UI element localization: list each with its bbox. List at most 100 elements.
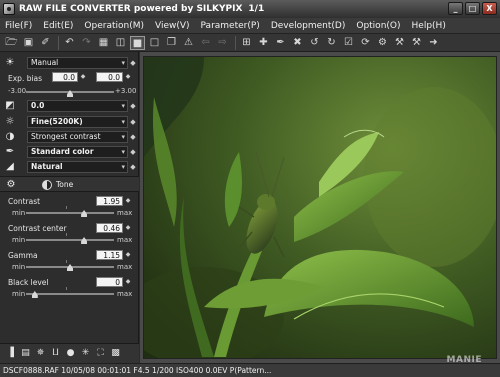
slider-value-input[interactable]: 0 [96,277,123,287]
menu-help[interactable]: Help(H) [407,21,452,31]
exposure-mode-value: Manual [31,58,59,67]
settings-gears-icon[interactable]: ⚙ [4,179,18,191]
slider-spin-icon[interactable]: ◆ [125,196,131,206]
raw-icon[interactable]: ▤ [19,347,32,360]
back-icon[interactable]: ⇦ [198,36,213,50]
gridlines-icon[interactable]: ⊞ [239,36,254,50]
brightness-value: 0.0 [31,101,45,110]
menu-development[interactable]: Development(D) [266,21,352,31]
color-select[interactable]: Standard color ▾ [27,145,128,158]
curve-icon[interactable]: ⨿ [49,347,62,360]
menu-edit[interactable]: Edit(E) [38,21,79,31]
slider-spin-icon[interactable]: ◆ [125,223,131,233]
slider-min-label: min [12,290,26,298]
eyedropper-icon[interactable]: ✒ [273,36,288,50]
page-counter: 1/1 [248,4,265,14]
toolbar: 🗁 ▣ ✐ ↶ ↷ ▦ ◫ ■ □ ❐ ⚠ ⇦ ⇨ ⊞ ✚ ✒ ✖ ↺ ↻ ☑ … [0,34,500,52]
slider-max-label: max [117,209,133,217]
full-view-icon[interactable]: □ [147,36,162,50]
settings-icon[interactable]: ⚙ [375,36,390,50]
style-spin-icon[interactable]: ◆ [130,161,136,173]
color-row: ✒ Standard color ▾ ◆ [3,145,136,158]
exp-bias-input-2[interactable]: 0.0 [96,72,123,82]
eyedropper-plus-icon[interactable]: ✚ [256,36,271,50]
slider-value-input[interactable]: 1.95 [96,196,123,206]
menu-option[interactable]: Option(O) [351,21,406,31]
exp-bias-spin-icon-2[interactable]: ◆ [125,72,131,82]
menu-view[interactable]: View(V) [150,21,196,31]
slider-value-input[interactable]: 0.46 [96,223,123,233]
menu-parameter[interactable]: Parameter(P) [196,21,266,31]
minimize-button[interactable]: _ [448,2,463,15]
image-viewer[interactable] [140,52,500,363]
style-select[interactable]: Natural ▾ [27,160,128,173]
slider-spin-icon[interactable]: ◆ [125,250,131,260]
slider-center-tick [65,287,67,290]
develop-arrow-icon[interactable]: ➜ [426,36,441,50]
undo-icon[interactable]: ↶ [62,36,77,50]
layout-icon[interactable]: ▩ [109,347,122,360]
single-view-icon[interactable]: ■ [130,35,145,50]
contrast-tone-icon: ◩ [5,100,15,111]
checkbox-icon[interactable]: ☑ [341,36,356,50]
sphere-icon[interactable]: ● [64,347,77,360]
tone-select[interactable]: Strongest contrast ▾ [27,130,128,143]
exp-bias-spin-icon[interactable]: ◆ [80,72,86,82]
histogram-icon[interactable]: ▐ [4,347,17,360]
sharpen-icon[interactable]: ✳ [79,347,92,360]
white-balance-select[interactable]: Fine(5200K) ▾ [27,115,128,128]
forward-icon[interactable]: ⇨ [215,36,230,50]
slider-track[interactable] [26,293,114,295]
open-file-icon[interactable]: ▣ [21,36,36,50]
slider-spin-icon[interactable]: ◆ [125,277,131,287]
grid-view-icon[interactable]: ▦ [96,36,111,50]
noise-icon[interactable]: ✵ [34,347,47,360]
eyedropper-minus-icon[interactable]: ✖ [290,36,305,50]
menu-file[interactable]: File(F) [0,21,38,31]
maximize-button[interactable]: □ [465,2,480,15]
half-circle-icon[interactable] [42,180,52,190]
open-folder-icon[interactable]: 🗁 [4,36,19,50]
develop-icon[interactable]: ⚒ [392,36,407,50]
slider-value-input[interactable]: 1.15 [96,250,123,260]
exposure-mode-select[interactable]: Manual ▾ [27,56,128,69]
white-balance-spin-icon[interactable]: ◆ [130,116,136,128]
hammer-icon[interactable]: ⚒ [409,36,424,50]
brightness-spin-icon[interactable]: ◆ [130,100,136,112]
rotate-right-icon[interactable]: ↻ [324,36,339,50]
menu-operation[interactable]: Operation(M) [79,21,150,31]
close-button[interactable]: X [482,2,497,15]
slider-max-label: max [117,236,133,244]
status-text: DSCF0888.RAF 10/05/08 00:01:01 F4.5 1/20… [3,366,272,375]
bottom-icon-bar: ▐ ▤ ✵ ⨿ ● ✳ ⛶ ▩ [0,343,139,363]
redo-icon[interactable]: ↷ [79,36,94,50]
brightness-row: ◩ 0.0 ▾ ◆ [3,99,136,112]
exposure-row: ☀ Manual ▾ ◆ [3,56,136,69]
split-view-icon[interactable]: ◫ [113,36,128,50]
chevron-down-icon: ▾ [121,147,125,156]
exposure-spin-icon[interactable]: ◆ [130,57,136,69]
color-spin-icon[interactable]: ◆ [130,146,136,158]
rotate-left-icon[interactable]: ↺ [307,36,322,50]
warning-icon[interactable]: ⚠ [181,36,196,50]
slider-track[interactable] [26,212,114,214]
crop-icon[interactable]: ❐ [164,36,179,50]
window-title: RAW FILE CONVERTER powered by SILKYPIX [19,4,243,14]
eraser-icon[interactable]: ✐ [38,36,53,50]
slider-min-label: min [12,263,26,271]
fullscreen-icon[interactable]: ⛶ [94,347,107,360]
white-balance-value: Fine(5200K) [31,117,83,126]
slider-label: Black level [8,278,49,287]
slider-center-tick [65,206,67,209]
tone-circle-icon: ◑ [5,131,15,142]
brightness-select[interactable]: 0.0 ▾ [27,99,128,112]
tab-tone[interactable]: Tone [56,180,73,189]
exp-min-label: -3.00 [8,87,27,95]
exp-bias-input[interactable]: 0.0 [52,72,78,82]
chevron-down-icon: ▾ [121,162,125,171]
tone-spin-icon[interactable]: ◆ [130,131,136,143]
app-icon[interactable] [3,3,15,15]
slider-track[interactable] [26,239,114,241]
refresh-icon[interactable]: ⟳ [358,36,373,50]
menu-bar: File(F) Edit(E) Operation(M) View(V) Par… [0,18,500,34]
